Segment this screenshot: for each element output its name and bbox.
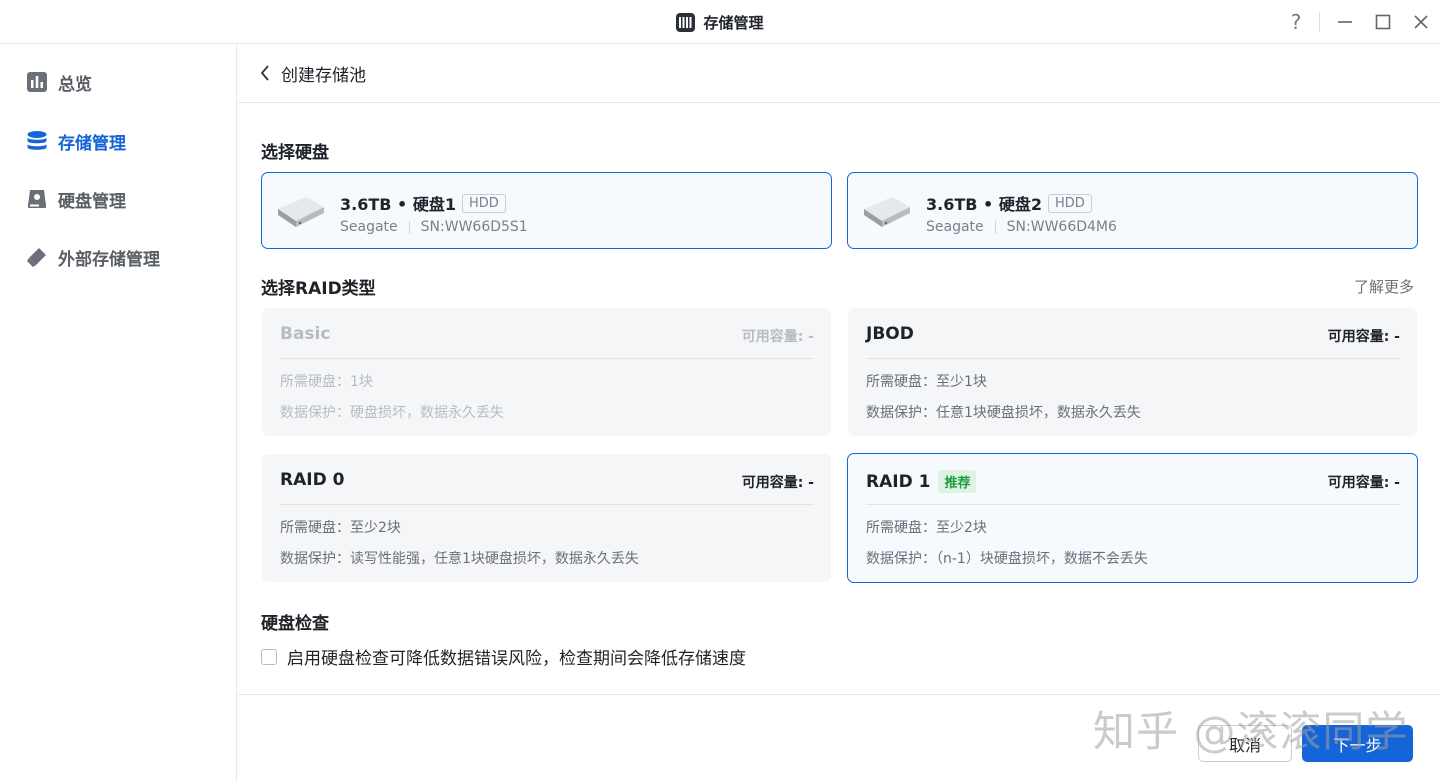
raid-name: RAID 1 推荐 (866, 470, 977, 493)
sidebar-item-label: 总览 (58, 74, 92, 95)
raid-name-text: RAID 1 (866, 471, 931, 492)
raid-protection: 数据保护：任意1块硬盘损坏，数据永久丢失 (866, 405, 1141, 421)
disk-name-text: 3.6TB • 硬盘1 (340, 195, 456, 214)
raid-name: RAID 0 (280, 470, 345, 490)
raid-divider (280, 504, 814, 505)
close-icon[interactable] (1402, 0, 1440, 44)
sidebar-item-external[interactable]: 外部存储管理 (0, 237, 236, 277)
window-title: 存储管理 (703, 13, 764, 32)
page-header: 创建存储池 (237, 44, 1440, 103)
hard-disk-icon (28, 190, 46, 208)
raid-capacity: 可用容量: - (1327, 329, 1400, 345)
disk-name: 3.6TB • 硬盘2 HDD (926, 191, 1092, 215)
raid-option-raid1[interactable]: RAID 1 推荐 可用容量: - 所需硬盘：至少2块 数据保护：（n-1）块硬… (847, 453, 1418, 583)
raid-protection: 数据保护：硬盘损坏，数据永久丢失 (280, 405, 504, 421)
disk-serial: SN:WW66D4M6 (1006, 219, 1117, 235)
raid-required-disks: 所需硬盘：至少1块 (866, 374, 987, 390)
raid-required-disks: 所需硬盘：至少2块 (280, 520, 401, 536)
raid-option-basic: Basic 可用容量: - 所需硬盘：1块 数据保护：硬盘损坏，数据永久丢失 (262, 308, 831, 436)
disk-serial: SN:WW66D5S1 (420, 219, 528, 235)
next-button[interactable]: 下一步 (1302, 725, 1413, 762)
help-icon[interactable]: ? (1277, 0, 1315, 44)
raid-capacity: 可用容量: - (741, 475, 814, 491)
hard-drive-icon (276, 193, 326, 233)
select-disk-title: 选择硬盘 (261, 143, 329, 163)
disk-name-text: 3.6TB • 硬盘2 (926, 195, 1042, 214)
raid-divider (866, 358, 1400, 359)
raid-protection: 数据保护：读写性能强，任意1块硬盘损坏，数据永久丢失 (280, 551, 639, 567)
hard-drive-icon (862, 193, 912, 233)
chart-icon (27, 72, 47, 92)
disk-type-badge: HDD (461, 193, 506, 213)
sidebar-item-storage[interactable]: 存储管理 (0, 121, 236, 161)
disk-card-2[interactable]: 3.6TB • 硬盘2 HDD Seagate SN:WW66D4M6 (847, 172, 1418, 249)
raid-required-disks: 所需硬盘：至少2块 (866, 520, 987, 536)
storage-app-icon (676, 12, 696, 32)
raid-capacity: 可用容量: - (1327, 475, 1400, 491)
maximize-icon[interactable] (1364, 0, 1402, 44)
disk-type-badge: HDD (1047, 193, 1092, 213)
minimize-icon[interactable] (1326, 0, 1364, 44)
disk-check-label: 启用硬盘检查可降低数据错误风险，检查期间会降低存储速度 (287, 649, 746, 669)
sidebar-item-label: 硬盘管理 (58, 191, 126, 212)
sidebar-item-disk[interactable]: 硬盘管理 (0, 179, 236, 219)
raid-required-disks: 所需硬盘：1块 (280, 374, 373, 390)
disk-check-checkbox[interactable] (261, 648, 277, 665)
window-controls: ? (1277, 0, 1440, 44)
meta-divider (408, 220, 410, 234)
learn-more-link[interactable]: 了解更多 (1354, 276, 1414, 297)
window-title-group: 存储管理 (0, 0, 1440, 44)
page-title: 创建存储池 (281, 65, 366, 86)
recommended-badge: 推荐 (938, 470, 977, 493)
title-bar: 存储管理 ? (0, 0, 1440, 44)
window-controls-divider (1319, 12, 1320, 32)
raid-name: Basic (280, 324, 331, 344)
sidebar-item-label: 存储管理 (58, 133, 126, 154)
disk-brand: Seagate (340, 219, 398, 235)
usb-drive-icon (27, 248, 46, 267)
footer: 取消 下一步 (237, 694, 1440, 782)
raid-divider (866, 504, 1400, 505)
disk-meta: Seagate SN:WW66D4M6 (926, 219, 1117, 235)
sidebar-item-overview[interactable]: 总览 (0, 62, 236, 102)
disk-brand: Seagate (926, 219, 984, 235)
meta-divider (994, 220, 996, 234)
cancel-button[interactable]: 取消 (1198, 725, 1292, 762)
raid-option-jbod[interactable]: JBOD 可用容量: - 所需硬盘：至少1块 数据保护：任意1块硬盘损坏，数据永… (848, 308, 1417, 436)
raid-capacity: 可用容量: - (741, 329, 814, 345)
raid-divider (280, 358, 814, 359)
database-icon (27, 131, 47, 150)
disk-card-1[interactable]: 3.6TB • 硬盘1 HDD Seagate SN:WW66D5S1 (261, 172, 832, 249)
raid-name: JBOD (866, 324, 914, 344)
disk-check-option[interactable]: 启用硬盘检查可降低数据错误风险，检查期间会降低存储速度 (261, 644, 746, 669)
select-raid-title: 选择RAID类型 (261, 279, 376, 299)
raid-option-raid0[interactable]: RAID 0 可用容量: - 所需硬盘：至少2块 数据保护：读写性能强，任意1块… (262, 454, 831, 582)
chevron-left-icon[interactable] (257, 63, 273, 83)
sidebar-item-label: 外部存储管理 (58, 249, 160, 270)
sidebar: 总览 存储管理 硬盘管理 外部存储管理 (0, 44, 237, 782)
disk-meta: Seagate SN:WW66D5S1 (340, 219, 528, 235)
main-content: 创建存储池 选择硬盘 3.6TB • 硬盘1 HDD Seagate SN:WW… (237, 44, 1440, 782)
disk-name: 3.6TB • 硬盘1 HDD (340, 191, 506, 215)
raid-protection: 数据保护：（n-1）块硬盘损坏，数据不会丢失 (866, 551, 1148, 567)
disk-check-title: 硬盘检查 (261, 614, 329, 634)
